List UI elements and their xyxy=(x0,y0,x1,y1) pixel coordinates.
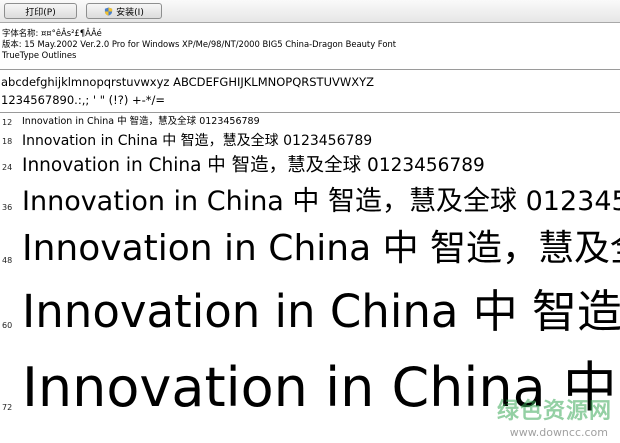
sample-text: Innovation in China 中 智造，慧及全球 0123456789 xyxy=(22,116,260,127)
sample-size-label: 72 xyxy=(2,403,13,412)
print-button[interactable]: 打印(P) xyxy=(4,3,77,19)
sample-size-label: 18 xyxy=(2,137,13,146)
font-viewer-window: 打印(P) 安装(I) 字体名称: ¤¤°êÂs²£¶ÂÂé 版本: 15 Ma… xyxy=(0,0,620,443)
sample-row-60: 60 Innovation in China 中 智造，慧及全球 0123456… xyxy=(0,286,620,334)
sample-size-label: 48 xyxy=(2,256,13,265)
install-button[interactable]: 安装(I) xyxy=(86,3,162,19)
sample-size-label: 24 xyxy=(2,163,13,172)
divider xyxy=(0,112,620,113)
shield-icon xyxy=(105,6,113,16)
toolbar: 打印(P) 安装(I) xyxy=(0,0,620,23)
sample-row-18: 18 Innovation in China 中 智造，慧及全球 0123456… xyxy=(0,134,620,148)
charset-letters: abcdefghijklmnopqrstuvwxyz ABCDEFGHIJKLM… xyxy=(1,75,375,89)
sample-text: Innovation in China 中 智造，慧及全球 0123456789 xyxy=(22,285,620,338)
install-button-label: 安装(I) xyxy=(116,7,144,18)
sample-row-48: 48 Innovation in China 中 智造，慧及全球 0123456… xyxy=(0,229,620,267)
charset-digits: 1234567890.:,; ' " (!?) +-*/= xyxy=(1,93,166,107)
sample-text: Innovation in China 中 智造，慧及全球 0123456789 xyxy=(22,155,485,176)
divider xyxy=(0,69,620,70)
sample-row-24: 24 Innovation in China 中 智造，慧及全球 0123456… xyxy=(0,156,620,174)
sample-size-label: 36 xyxy=(2,203,13,212)
sample-text: Innovation in China 中 智造，慧及全球 0123456789 xyxy=(22,133,373,149)
sample-size-label: 60 xyxy=(2,321,13,330)
watermark-url: www.downcc.com xyxy=(509,426,608,439)
sample-row-72: 72 Innovation in China 中 智造，慧及全球 0123456… xyxy=(0,357,620,415)
print-button-label: 打印(P) xyxy=(25,7,56,18)
sample-size-label: 12 xyxy=(2,118,13,127)
sample-text: Innovation in China 中 智造，慧及全球 0123456789 xyxy=(22,228,620,269)
sample-text: Innovation in China 中 智造，慧及全球 0123456789 xyxy=(22,186,620,217)
font-name: 字体名称: ¤¤°êÂs²£¶ÂÂé xyxy=(2,28,102,38)
font-info: 字体名称: ¤¤°êÂs²£¶ÂÂé 版本: 15 May.2002 Ver.2… xyxy=(2,28,618,61)
watermark-brand: 绿色资源网 xyxy=(496,399,612,424)
sample-row-36: 36 Innovation in China 中 智造，慧及全球 0123456… xyxy=(0,186,620,215)
sample-row-12: 12 Innovation in China 中 智造，慧及全球 0123456… xyxy=(0,117,620,127)
font-version: 版本: 15 May.2002 Ver.2.0 Pro for Windows … xyxy=(2,39,397,49)
font-type: TrueType Outlines xyxy=(2,50,77,60)
